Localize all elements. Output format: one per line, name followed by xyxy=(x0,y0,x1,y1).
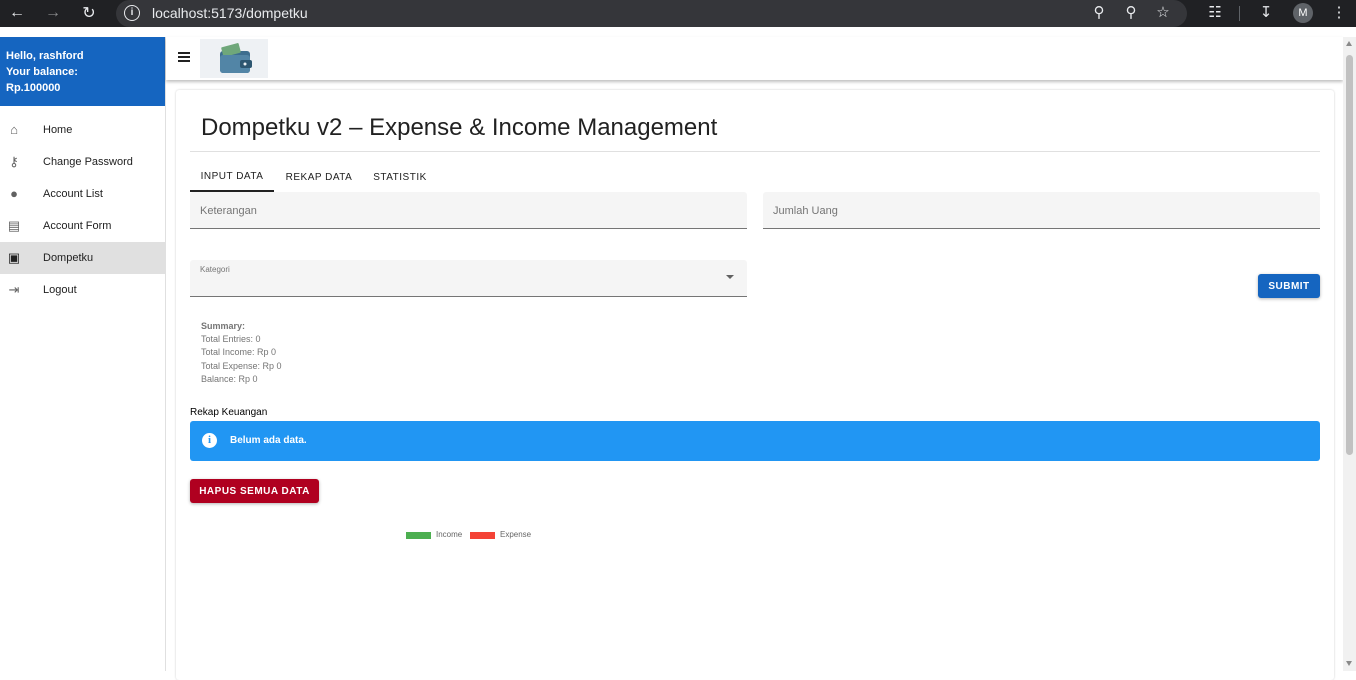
rekap-title: Rekap Keuangan xyxy=(190,407,268,418)
sidebar-item-label: Account Form xyxy=(43,220,112,232)
sidebar: Hello, rashford Your balance: Rp.100000 … xyxy=(0,37,166,671)
empty-data-alert: i Belum ada data. xyxy=(190,421,1320,461)
balance-value: Rp.100000 xyxy=(6,82,61,94)
sidebar-item-account-list[interactable]: ● Account List xyxy=(0,178,165,210)
keterangan-label: Keterangan xyxy=(200,205,257,217)
summary-balance: Balance: Rp 0 xyxy=(201,373,258,384)
browser-toolbar: ← → ↻ i localhost:5173/dompetku ⚲ ⚲ ☆ ☷ … xyxy=(0,0,1356,27)
balance-label: Your balance: xyxy=(6,66,78,78)
tab-rekap-data[interactable]: REKAP DATA xyxy=(278,162,360,192)
summary-total-expense: Total Expense: Rp 0 xyxy=(201,360,282,371)
menu-icon[interactable] xyxy=(178,52,190,62)
sidebar-user-info: Hello, rashford Your balance: Rp.100000 xyxy=(0,37,165,106)
profile-avatar[interactable]: M xyxy=(1293,3,1313,23)
sidebar-item-home[interactable]: ⌂ Home xyxy=(0,114,165,146)
jumlah-uang-field[interactable]: Jumlah Uang xyxy=(763,192,1320,229)
jumlah-uang-label: Jumlah Uang xyxy=(773,205,838,217)
legend-expense-label: Expense xyxy=(500,530,532,539)
summary-panel: Summary: Total Entries: 0 Total Income: … xyxy=(201,320,282,386)
keterangan-field[interactable]: Keterangan xyxy=(190,192,747,229)
sidebar-item-label: Account List xyxy=(43,188,103,200)
bookmark-star-icon[interactable]: ☆ xyxy=(1153,3,1173,23)
sidebar-item-label: Change Password xyxy=(43,156,133,168)
sidebar-item-label: Logout xyxy=(43,284,77,296)
forward-icon[interactable]: → xyxy=(42,2,64,24)
zoom-icon[interactable]: ⚲ xyxy=(1121,3,1141,23)
alert-message: Belum ada data. xyxy=(230,435,307,446)
site-info-icon[interactable]: i xyxy=(124,5,140,21)
more-menu-icon[interactable]: ⋮ xyxy=(1329,3,1349,23)
legend-income-label: Income xyxy=(436,530,463,539)
url-text[interactable]: localhost:5173/dompetku xyxy=(152,5,308,21)
greeting: Hello, rashford xyxy=(6,50,84,62)
back-icon[interactable]: ← xyxy=(6,2,28,24)
kategori-select[interactable]: Kategori xyxy=(190,260,747,297)
form-icon: ▤ xyxy=(7,218,21,233)
sidebar-item-dompetku[interactable]: ▣ Dompetku xyxy=(0,242,165,274)
tab-input-data[interactable]: INPUT DATA xyxy=(190,162,274,192)
income-swatch xyxy=(406,532,431,539)
person-icon: ● xyxy=(10,186,18,201)
submit-button[interactable]: SUBMIT xyxy=(1258,274,1320,298)
scroll-thumb[interactable] xyxy=(1346,55,1353,455)
sidebar-item-change-password[interactable]: ⚷ Change Password xyxy=(0,146,165,178)
sidebar-item-logout[interactable]: ⇥ Logout xyxy=(0,274,165,306)
summary-total-entries: Total Entries: 0 xyxy=(201,334,261,345)
wallet-logo xyxy=(200,39,268,78)
summary-total-income: Total Income: Rp 0 xyxy=(201,347,277,358)
sidebar-item-account-form[interactable]: ▤ Account Form xyxy=(0,210,165,242)
page-scrollbar[interactable] xyxy=(1343,37,1356,671)
sidebar-item-label: Home xyxy=(43,124,73,136)
page-title: Dompetku v2 – Expense & Income Managemen… xyxy=(201,114,718,141)
download-icon[interactable]: ↧ xyxy=(1256,3,1276,23)
sidebar-menu: ⌂ Home ⚷ Change Password ● Account List … xyxy=(0,106,165,306)
wallet-icon: ▣ xyxy=(7,250,21,265)
title-divider xyxy=(190,151,1320,152)
delete-all-button[interactable]: HAPUS SEMUA DATA xyxy=(190,479,319,503)
toolbar-divider xyxy=(1239,6,1240,21)
dropdown-arrow-icon xyxy=(726,275,734,279)
app-bar xyxy=(166,37,1343,80)
scroll-down-icon[interactable] xyxy=(1346,661,1352,666)
kategori-label: Kategori xyxy=(200,265,230,274)
sidebar-item-label: Dompetku xyxy=(43,252,94,264)
info-icon: i xyxy=(202,433,217,448)
expense-swatch xyxy=(470,532,495,539)
reload-icon[interactable]: ↻ xyxy=(78,2,100,24)
scroll-up-icon[interactable] xyxy=(1346,41,1352,46)
extensions-icon[interactable]: ☷ xyxy=(1205,3,1225,23)
key-icon: ⚷ xyxy=(9,154,19,169)
key-icon[interactable]: ⚲ xyxy=(1089,3,1109,23)
home-icon: ⌂ xyxy=(10,122,18,137)
summary-title: Summary: xyxy=(201,321,246,331)
tab-statistik[interactable]: STATISTIK xyxy=(366,162,434,192)
logout-icon: ⇥ xyxy=(8,282,20,297)
